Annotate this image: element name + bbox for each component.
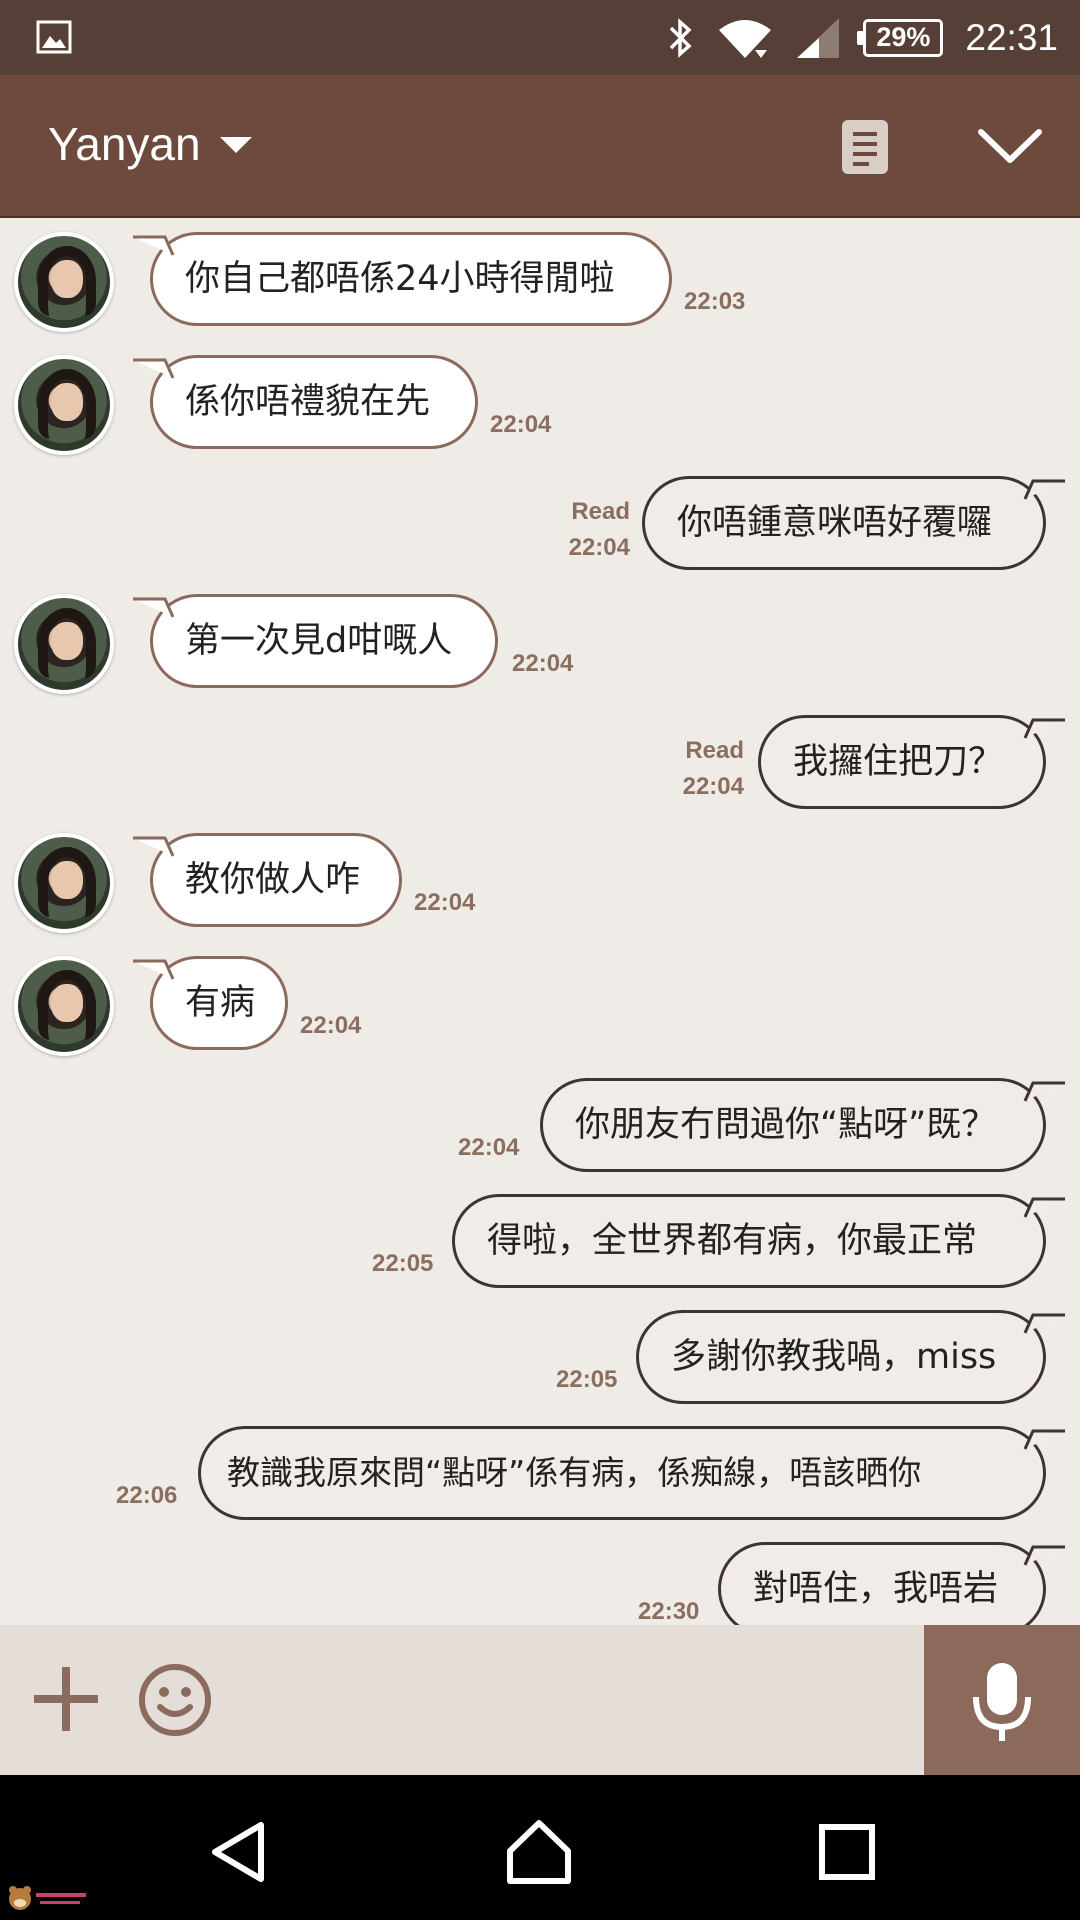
message-text: 教你做人咋 bbox=[185, 860, 361, 900]
collapse-chevron-icon[interactable] bbox=[975, 120, 1045, 170]
message-time: 22:04 bbox=[568, 534, 630, 561]
navigation-bar bbox=[0, 1775, 1080, 1920]
bluetooth-icon bbox=[670, 17, 692, 58]
message-bubble-outgoing[interactable]: 我攞住把刀？ bbox=[758, 715, 1065, 809]
message-text: 你自己都唔係24小時得閒啦 bbox=[185, 259, 615, 299]
avatar[interactable] bbox=[14, 956, 114, 1056]
message-text: 教識我原來問“點呀”係有病，係痴線，唔該晒你 bbox=[227, 1453, 922, 1492]
message-bubble-outgoing[interactable]: 對唔住，我唔岩 bbox=[718, 1542, 1065, 1625]
message-bubble-incoming[interactable]: 第一次見d咁嘅人 bbox=[133, 594, 498, 688]
avatar[interactable] bbox=[14, 833, 114, 933]
message-text: 我攞住把刀？ bbox=[793, 742, 1004, 782]
message-time: 22:04 bbox=[490, 411, 552, 438]
message-bubble-outgoing[interactable]: 多謝你教我喎，miss bbox=[636, 1310, 1065, 1404]
message-text: 多謝你教我喎，miss bbox=[671, 1337, 997, 1377]
message-time: 22:04 bbox=[512, 650, 574, 677]
read-label: Read bbox=[571, 498, 630, 525]
chat-header: Yanyan bbox=[0, 75, 1080, 218]
read-receipt: Read 22:04 bbox=[654, 733, 744, 805]
home-icon[interactable] bbox=[504, 1817, 574, 1887]
message-bubble-outgoing[interactable]: 教識我原來問“點呀”係有病，係痴線，唔該晒你 bbox=[198, 1426, 1065, 1520]
message-text: 你唔鍾意咪唔好覆囉 bbox=[677, 503, 993, 543]
clock: 22:31 bbox=[965, 16, 1058, 58]
message-time: 22:04 bbox=[414, 889, 476, 916]
watermark-logo-icon bbox=[9, 1886, 86, 1910]
recent-apps-icon[interactable] bbox=[812, 1817, 882, 1887]
avatar[interactable] bbox=[14, 232, 114, 332]
message-time: 22:04 bbox=[682, 773, 744, 800]
battery-icon: 29% bbox=[857, 18, 944, 57]
gallery-icon bbox=[36, 20, 72, 54]
message-input-bar[interactable] bbox=[0, 1625, 1080, 1775]
message-text: 你朋友冇問過你“點呀”既？ bbox=[575, 1105, 997, 1145]
message-time: 22:05 bbox=[372, 1250, 434, 1277]
message-text: 第一次見d咁嘅人 bbox=[185, 621, 453, 661]
read-receipt: Read 22:04 bbox=[540, 494, 630, 566]
message-text: 對唔住，我唔岩 bbox=[753, 1569, 999, 1609]
dropdown-caret-icon[interactable] bbox=[220, 137, 252, 153]
smiley-icon[interactable] bbox=[138, 1663, 212, 1737]
message-time: 22:30 bbox=[638, 1598, 700, 1625]
message-bubble-incoming[interactable]: 係你唔禮貌在先 bbox=[133, 355, 478, 449]
message-bubble-outgoing[interactable]: 你朋友冇問過你“點呀”既？ bbox=[540, 1078, 1065, 1172]
chat-area[interactable]: 你自己都唔係24小時得閒啦 22:03 係你唔禮貌在先 22:04 Read 2… bbox=[0, 218, 1080, 1625]
message-time: 22:03 bbox=[684, 288, 746, 315]
notes-icon[interactable] bbox=[842, 120, 888, 174]
message-time: 22:04 bbox=[300, 1012, 362, 1039]
message-text: 係你唔禮貌在先 bbox=[185, 382, 431, 422]
chat-title[interactable]: Yanyan bbox=[48, 117, 201, 171]
message-bubble-incoming[interactable]: 教你做人咋 bbox=[133, 833, 402, 927]
microphone-icon bbox=[973, 1663, 1031, 1741]
plus-icon[interactable] bbox=[34, 1667, 98, 1731]
read-label: Read bbox=[685, 737, 744, 764]
avatar[interactable] bbox=[14, 594, 114, 694]
status-icons: 29% 22:31 bbox=[667, 0, 1058, 75]
back-icon[interactable] bbox=[205, 1817, 275, 1887]
signal-icon bbox=[797, 17, 840, 58]
message-text: 有病 bbox=[185, 983, 256, 1023]
message-bubble-incoming[interactable]: 你自己都唔係24小時得閒啦 bbox=[133, 232, 672, 326]
wifi-icon bbox=[719, 19, 772, 58]
message-time: 22:05 bbox=[556, 1366, 618, 1393]
message-time: 22:04 bbox=[458, 1134, 520, 1161]
battery-level: 29% bbox=[876, 22, 931, 52]
message-bubble-incoming[interactable]: 有病 bbox=[133, 956, 288, 1050]
message-text: 得啦，全世界都有病，你最正常 bbox=[487, 1221, 978, 1261]
message-time: 22:06 bbox=[116, 1482, 178, 1509]
microphone-button[interactable] bbox=[924, 1625, 1080, 1775]
message-bubble-outgoing[interactable]: 你唔鍾意咪唔好覆囉 bbox=[642, 476, 1065, 570]
message-bubble-outgoing[interactable]: 得啦，全世界都有病，你最正常 bbox=[452, 1194, 1065, 1288]
avatar[interactable] bbox=[14, 355, 114, 455]
status-bar: 29% 22:31 bbox=[0, 0, 1080, 75]
